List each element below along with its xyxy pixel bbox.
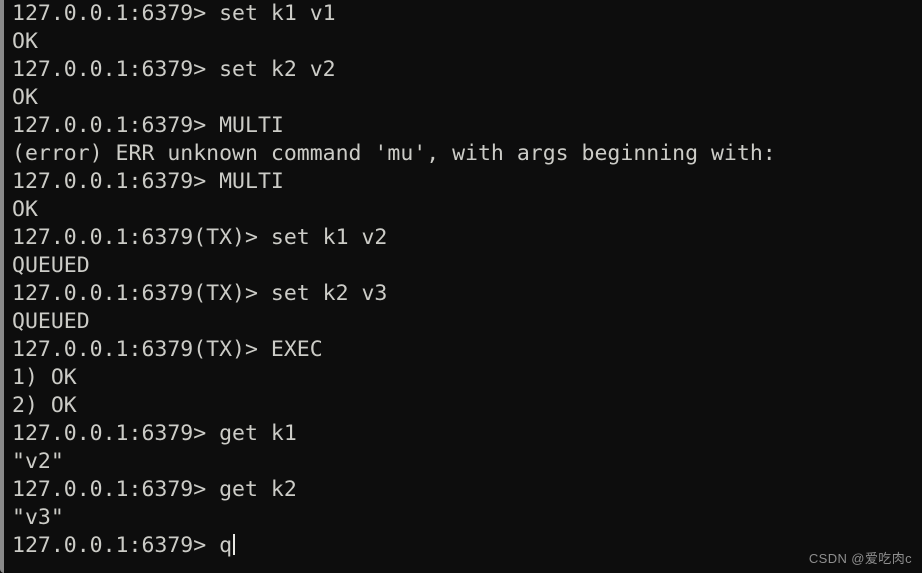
terminal-line: (error) ERR unknown command 'mu', with a…	[12, 140, 922, 168]
csdn-watermark: CSDN @爱吃肉c	[808, 551, 912, 566]
terminal-line-text: 127.0.0.1:6379(TX)> set k2 v3	[12, 281, 388, 306]
terminal-line: 127.0.0.1:6379> set k2 v2	[12, 56, 922, 84]
terminal-line-text: 127.0.0.1:6379(TX)> EXEC	[12, 337, 323, 362]
terminal-line: QUEUED	[12, 308, 922, 336]
terminal-line-text: 127.0.0.1:6379(TX)> set k1 v2	[12, 225, 388, 250]
terminal-line: 127.0.0.1:6379(TX)> set k2 v3	[12, 280, 922, 308]
terminal-line: 2) OK	[12, 392, 922, 420]
terminal-line: 127.0.0.1:6379> q	[12, 532, 922, 560]
terminal-line-text: "v3"	[12, 505, 64, 530]
terminal-line-text: 1) OK	[12, 365, 77, 390]
terminal-line-text: 127.0.0.1:6379> get k1	[12, 421, 297, 446]
terminal-line: "v3"	[12, 504, 922, 532]
terminal-line: 1) OK	[12, 364, 922, 392]
terminal-line-text: QUEUED	[12, 309, 90, 334]
terminal-line-text: 127.0.0.1:6379> q	[12, 533, 233, 558]
terminal-line-text: 2) OK	[12, 393, 77, 418]
terminal-line-text: 127.0.0.1:6379> set k2 v2	[12, 57, 336, 82]
text-cursor[interactable]	[233, 534, 236, 555]
terminal-line-text: OK	[12, 85, 38, 110]
terminal-line-text: 127.0.0.1:6379> MULTI	[12, 169, 284, 194]
terminal-line-text: (error) ERR unknown command 'mu', with a…	[12, 141, 776, 166]
terminal-line: OK	[12, 28, 922, 56]
terminal-line: 127.0.0.1:6379> set k1 v1	[12, 0, 922, 28]
terminal-line-text: OK	[12, 197, 38, 222]
terminal-line-text: 127.0.0.1:6379> set k1 v1	[12, 1, 336, 26]
terminal-line: QUEUED	[12, 252, 922, 280]
terminal-line-text: QUEUED	[12, 253, 90, 278]
terminal-line-text: 127.0.0.1:6379> get k2	[12, 477, 297, 502]
terminal-line: 127.0.0.1:6379(TX)> set k1 v2	[12, 224, 922, 252]
terminal-window: 127.0.0.1:6379> set k1 v1 OK 127.0.0.1:637…	[0, 0, 922, 573]
terminal-line-text: "v2"	[12, 449, 64, 474]
terminal-line: "v2"	[12, 448, 922, 476]
terminal-line: 127.0.0.1:6379> MULTI	[12, 168, 922, 196]
terminal-line: 127.0.0.1:6379> get k1	[12, 420, 922, 448]
console-output[interactable]: 127.0.0.1:6379> set k1 v1 OK 127.0.0.1:637…	[12, 0, 922, 560]
terminal-line: OK	[12, 196, 922, 224]
terminal-body[interactable]: 127.0.0.1:6379> set k1 v1 OK 127.0.0.1:637…	[4, 0, 922, 573]
terminal-line: 127.0.0.1:6379(TX)> EXEC	[12, 336, 922, 364]
terminal-line: 127.0.0.1:6379> get k2	[12, 476, 922, 504]
terminal-line-text: OK	[12, 29, 38, 54]
terminal-line: 127.0.0.1:6379> MULTI	[12, 112, 922, 140]
terminal-line-text: 127.0.0.1:6379> MULTI	[12, 113, 284, 138]
terminal-line: OK	[12, 84, 922, 112]
